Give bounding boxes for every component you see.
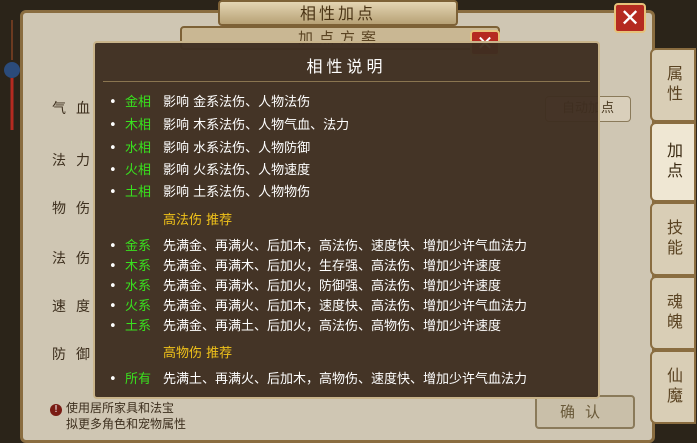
build-desc: 先满金、再满火、后加木，速度快、高法伤、增加少许气血法力 [163, 299, 528, 314]
bullet: • [109, 118, 117, 133]
tab-points[interactable]: 加点 [650, 122, 696, 202]
build-desc: 先满金、再满火、后加木，高法伤、速度快、增加少许气血法力 [163, 239, 528, 254]
affinity-key: 土相 [125, 185, 152, 200]
confirm-button[interactable]: 确认 [535, 395, 635, 429]
build-key: 木系 [125, 259, 152, 274]
build-key: 所有 [125, 372, 152, 387]
build-row: • 木系 先满金、再满木、后加火，生存强、高法伤、增加少许速度 [109, 257, 501, 277]
scene: 相性加点 ✕ 气血 法力 物伤 法伤 速度 防御 属性 加点 技能 魂魄 仙魔 … [0, 0, 697, 443]
build-row: • 火系 先满金、再满火、后加木，速度快、高法伤、增加少许气血法力 [109, 297, 527, 317]
bullet: • [109, 259, 117, 274]
build-desc: 先满土、再满火、后加木，高物伤、速度快、增加少许气血法力 [163, 372, 528, 387]
build-row: • 土系 先满金、再满土、后加火，高法伤、高物伤、增加少许速度 [109, 317, 501, 337]
tab-immortal[interactable]: 仙魔 [650, 350, 696, 424]
tab-soul[interactable]: 魂魄 [650, 276, 696, 350]
affinity-row: • 火相 影响 火系法伤、人物速度 [109, 161, 310, 181]
bullet: • [109, 163, 117, 178]
footer-line-2: 拟更多角色和宠物属性 [66, 417, 187, 431]
affinity-desc: 影响 金系法伤、人物法伤 [163, 95, 311, 110]
build-desc: 先满金、再满木、后加火，生存强、高法伤、增加少许速度 [163, 259, 502, 274]
build-row: • 所有 先满土、再满火、后加木，高物伤、速度快、增加少许气血法力 [109, 370, 527, 390]
tab-attributes[interactable]: 属性 [650, 48, 696, 122]
bullet: • [109, 372, 117, 387]
build-key: 水系 [125, 279, 152, 294]
section-title-magic: 高法伤 推荐 [163, 213, 233, 228]
bullet: • [109, 239, 117, 254]
affinity-key: 金相 [125, 95, 152, 110]
affinity-key: 木相 [125, 118, 152, 133]
close-button[interactable]: ✕ [614, 3, 646, 33]
window-title: 相性加点 [218, 0, 458, 26]
affinity-row: • 水相 影响 水系法伤、人物防御 [109, 139, 310, 159]
build-key: 土系 [125, 319, 152, 334]
build-key: 金系 [125, 239, 152, 254]
affinity-row: • 土相 影响 土系法伤、人物物伤 [109, 183, 310, 203]
build-row: • 金系 先满金、再满火、后加木，高法伤、速度快、增加少许气血法力 [109, 237, 527, 257]
footer-line-1: 使用居所家具和法宝 [66, 401, 175, 415]
build-desc: 先满金、再满水、后加火，防御强、高法伤、增加少许速度 [163, 279, 502, 294]
dialog-divider [103, 81, 590, 82]
affinity-row: • 金相 影响 金系法伤、人物法伤 [109, 93, 310, 113]
bullet: • [109, 185, 117, 200]
affinity-key: 火相 [125, 163, 152, 178]
build-key: 火系 [125, 299, 152, 314]
build-row: • 水系 先满金、再满水、后加火，防御强、高法伤、增加少许速度 [109, 277, 501, 297]
tab-skills[interactable]: 技能 [650, 202, 696, 276]
bullet: • [109, 141, 117, 156]
info-icon: ! [50, 404, 62, 416]
footer-note: ! 使用居所家具和法宝 拟更多角色和宠物属性 [50, 400, 186, 432]
affinity-desc: 影响 土系法伤、人物物伤 [163, 185, 311, 200]
bullet: • [109, 299, 117, 314]
section-title-physical: 高物伤 推荐 [163, 346, 233, 361]
affinity-desc: 影响 火系法伤、人物速度 [163, 163, 311, 178]
build-desc: 先满金、再满土、后加火，高法伤、高物伤、增加少许速度 [163, 319, 502, 334]
bullet: • [109, 95, 117, 110]
affinity-desc: 影响 木系法伤、人物气血、法力 [163, 118, 350, 133]
bullet: • [109, 279, 117, 294]
affinity-help-dialog: 相性说明 • 金相 影响 金系法伤、人物法伤 • 木相 影响 木系法伤、人物气血、法力 … [93, 41, 600, 399]
affinity-row: • 木相 影响 木系法伤、人物气血、法力 [109, 116, 349, 136]
close-icon: ✕ [619, 4, 641, 32]
bullet: • [109, 319, 117, 334]
affinity-key: 水相 [125, 141, 152, 156]
affinity-desc: 影响 水系法伤、人物防御 [163, 141, 311, 156]
dialog-title: 相性说明 [306, 57, 387, 76]
